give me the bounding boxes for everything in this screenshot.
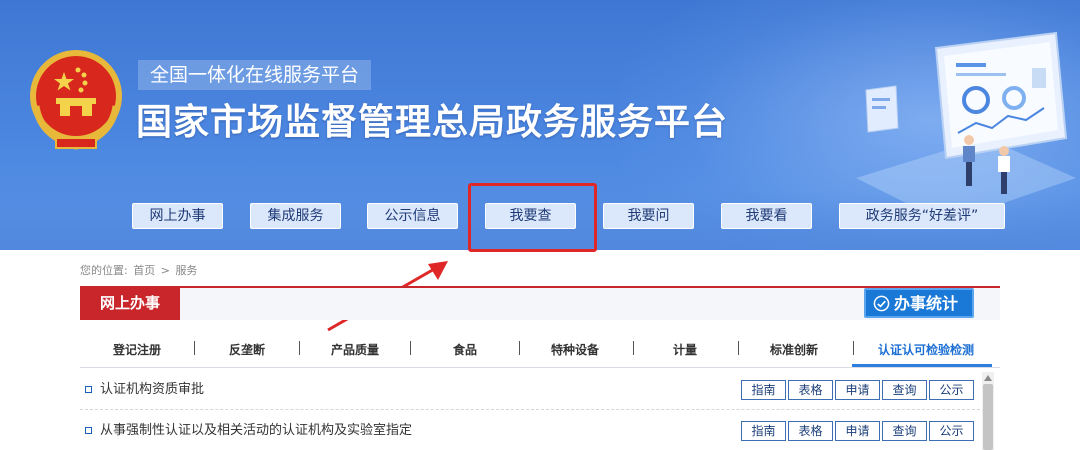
service-row: 认证机构资质审批 指南 表格 申请 查询 公示 <box>84 380 974 400</box>
apply-button[interactable]: 申请 <box>835 421 880 441</box>
breadcrumb: 您的位置: 首页 > 服务 <box>80 262 199 278</box>
row-divider <box>80 409 980 410</box>
nav-evaluation[interactable]: 政务服务“好差评” <box>839 203 1005 229</box>
nav-online-services[interactable]: 网上办事 <box>132 203 223 229</box>
apply-button[interactable]: 申请 <box>835 380 880 400</box>
highlight-box <box>468 183 597 252</box>
service-row: 从事强制性认证以及相关活动的认证机构及实验室指定 指南 表格 申请 查询 公示 <box>84 421 974 441</box>
service-name[interactable]: 从事强制性认证以及相关活动的认证机构及实验室指定 <box>100 422 412 440</box>
nav-view[interactable]: 我要看 <box>721 203 812 229</box>
tab-certification-testing[interactable]: 认证认可检验检测 <box>866 340 986 360</box>
tab-standards-innovation[interactable]: 标准创新 <box>756 340 832 360</box>
service-name[interactable]: 认证机构资质审批 <box>100 381 204 399</box>
form-button[interactable]: 表格 <box>788 421 833 441</box>
national-emblem-icon <box>30 50 122 150</box>
tab-separator <box>299 341 300 355</box>
platform-subtitle: 全国一体化在线服务平台 <box>138 60 372 90</box>
nav-integrated-services[interactable]: 集成服务 <box>250 203 341 229</box>
bullet-icon <box>85 427 92 434</box>
service-actions: 指南 表格 申请 查询 公示 <box>741 421 974 441</box>
nav-public-info[interactable]: 公示信息 <box>367 203 458 229</box>
guide-button[interactable]: 指南 <box>741 380 786 400</box>
stats-button[interactable]: 办事统计 <box>864 288 974 318</box>
tab-food[interactable]: 食品 <box>430 340 500 360</box>
section-header-bar <box>80 286 1000 320</box>
stats-button-label: 办事统计 <box>894 294 959 313</box>
tab-separator <box>410 341 411 355</box>
section-title: 网上办事 <box>80 286 180 320</box>
tab-special-equipment[interactable]: 特种设备 <box>538 340 612 360</box>
platform-title: 国家市场监督管理总局政务服务平台 <box>136 101 729 143</box>
tab-separator <box>738 341 739 355</box>
tab-separator <box>633 341 634 355</box>
breadcrumb-prefix: 您的位置: <box>80 264 128 277</box>
breadcrumb-home-link[interactable]: 首页 <box>133 264 155 277</box>
tab-antitrust[interactable]: 反垄断 <box>212 340 282 360</box>
query-button[interactable]: 查询 <box>882 380 927 400</box>
tab-metrology[interactable]: 计量 <box>650 340 720 360</box>
tab-registration[interactable]: 登记注册 <box>100 340 174 360</box>
scroll-up-arrow-icon[interactable] <box>983 374 993 382</box>
service-actions: 指南 表格 申请 查询 公示 <box>741 380 974 400</box>
active-tab-underline <box>852 364 992 367</box>
dashboard-illustration <box>856 31 1076 223</box>
tab-separator <box>519 341 520 355</box>
publicity-button[interactable]: 公示 <box>929 380 974 400</box>
breadcrumb-current: 服务 <box>175 264 198 277</box>
nav-ask[interactable]: 我要问 <box>603 203 694 229</box>
breadcrumb-separator: > <box>160 264 170 277</box>
publicity-button[interactable]: 公示 <box>929 421 974 441</box>
query-button[interactable]: 查询 <box>882 421 927 441</box>
tab-separator <box>853 341 854 355</box>
form-button[interactable]: 表格 <box>788 380 833 400</box>
tab-product-quality[interactable]: 产品质量 <box>318 340 392 360</box>
tabs-baseline <box>80 367 1000 368</box>
check-circle-icon <box>873 295 890 312</box>
guide-button[interactable]: 指南 <box>741 421 786 441</box>
bullet-icon <box>85 386 92 393</box>
scrollbar-thumb[interactable] <box>983 384 993 450</box>
tab-separator <box>194 341 195 355</box>
